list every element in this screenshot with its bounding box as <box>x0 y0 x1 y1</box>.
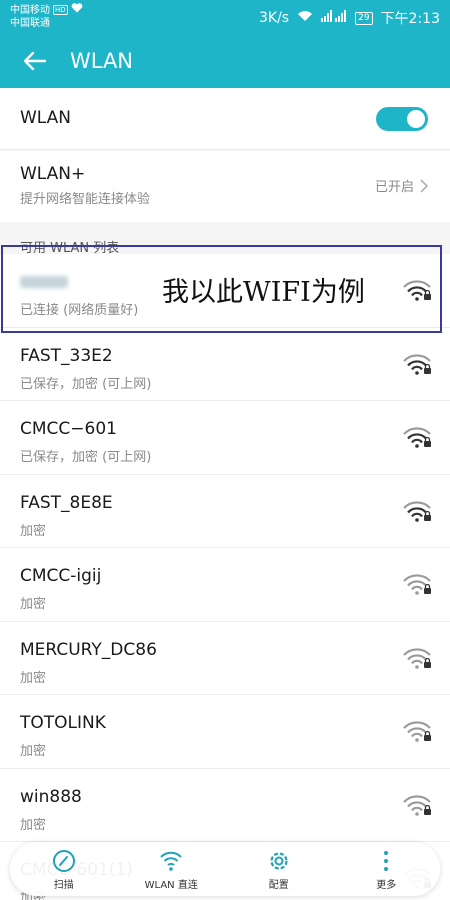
network-row[interactable]: CMCC−601 已保存，加密 (可上网) <box>0 401 450 475</box>
wlan-plus-row[interactable]: WLAN+ 提升网络智能连接体验 已开启 <box>0 151 450 222</box>
network-status: 加密 <box>20 744 47 759</box>
wlan-plus-label: WLAN+ <box>20 164 86 184</box>
network-row[interactable]: CMCC-igij 加密 <box>0 548 450 622</box>
more-icon <box>384 850 389 871</box>
status-bar: 中国移动 HD 中国联通 3K/s 29 下午2:13 <box>0 0 450 34</box>
wlan-label: WLAN <box>20 108 72 128</box>
wifi-lock-icon <box>402 647 432 670</box>
wifi-direct-icon <box>160 851 182 871</box>
back-arrow-icon <box>23 51 47 71</box>
clock: 下午2:13 <box>380 11 440 27</box>
page-title: WLAN <box>70 49 134 73</box>
signal-icon <box>321 10 347 26</box>
chevron-right-icon <box>420 178 428 193</box>
wifi-lock-icon <box>402 427 432 449</box>
blurred-network-name <box>20 276 68 288</box>
hd-badge: HD <box>53 5 68 15</box>
network-status: 加密 <box>20 523 47 539</box>
network-name: FAST_8E8E <box>20 492 113 513</box>
wlan-plus-value: 已开启 <box>374 180 414 195</box>
wifi-direct-button[interactable]: WLAN 直连 <box>118 842 226 896</box>
annotation-text: 我以此WIFI为例 <box>162 277 365 308</box>
network-name: MERCURY_DC86 <box>20 639 157 660</box>
network-name: TOTOLINK <box>20 713 106 733</box>
more-button[interactable]: 更多 <box>333 842 441 896</box>
wlan-toggle-row[interactable]: WLAN <box>0 88 450 150</box>
wifi-lock-icon <box>402 280 432 302</box>
network-speed: 3K/s <box>258 10 290 26</box>
wifi-lock-icon <box>402 721 432 743</box>
wifi-lock-icon <box>402 794 432 817</box>
network-name: CMCC-igij <box>20 566 102 586</box>
wifi-lock-icon <box>402 500 432 523</box>
network-row[interactable]: TOTOLINK 加密 <box>0 695 450 769</box>
network-status: 已连接 (网络质量好) <box>20 303 139 318</box>
gear-icon <box>270 851 288 870</box>
network-name: win888 <box>20 786 82 807</box>
network-row[interactable]: win888 加密 <box>0 769 450 842</box>
wifi-status-icon <box>297 10 313 26</box>
network-name: CMCC−601 <box>20 419 117 439</box>
network-row[interactable]: FAST_8E8E 加密 <box>0 475 450 548</box>
wlan-plus-subtitle: 提升网络智能连接体验 <box>20 192 151 207</box>
network-status: 加密 <box>20 597 47 612</box>
more-label: 更多 <box>376 879 397 891</box>
network-row[interactable]: MERCURY_DC86 加密 <box>0 622 450 695</box>
wifi-lock-icon <box>402 353 432 376</box>
app-bar: WLAN <box>0 34 450 88</box>
wifi-direct-label: WLAN 直连 <box>144 879 198 891</box>
switch-knob <box>407 110 425 128</box>
heart-icon <box>71 3 83 17</box>
scan-button[interactable]: 扫描 <box>10 842 118 896</box>
scan-icon <box>52 849 75 872</box>
carrier-2: 中国联通 <box>10 18 50 29</box>
status-indicators: 3K/s 29 下午2:13 <box>259 8 440 28</box>
network-status: 已保存，加密 (可上网) <box>20 450 152 465</box>
configure-button[interactable]: 配置 <box>225 842 333 896</box>
network-name: FAST_33E2 <box>20 345 113 366</box>
battery-icon: 29 <box>355 11 373 25</box>
wifi-lock-icon <box>402 574 432 596</box>
wlan-switch[interactable] <box>376 107 428 131</box>
network-status: 加密 <box>20 817 47 833</box>
configure-label: 配置 <box>268 879 289 891</box>
bottom-toolbar: 扫描 WLAN 直连 配置 更多 <box>10 842 440 896</box>
carrier-1: 中国移动 <box>10 4 50 16</box>
network-status: 加密 <box>20 670 47 686</box>
network-row[interactable]: FAST_33E2 已保存，加密 (可上网) <box>0 328 450 401</box>
network-list: 已连接 (网络质量好) FAST_33E2 已保存，加密 (可上网) CMCC−601… <box>0 254 450 900</box>
back-button[interactable] <box>0 34 70 88</box>
scan-label: 扫描 <box>53 879 74 891</box>
carrier-info: 中国移动 HD 中国联通 <box>10 3 83 30</box>
network-status: 已保存，加密 (可上网) <box>20 376 152 392</box>
